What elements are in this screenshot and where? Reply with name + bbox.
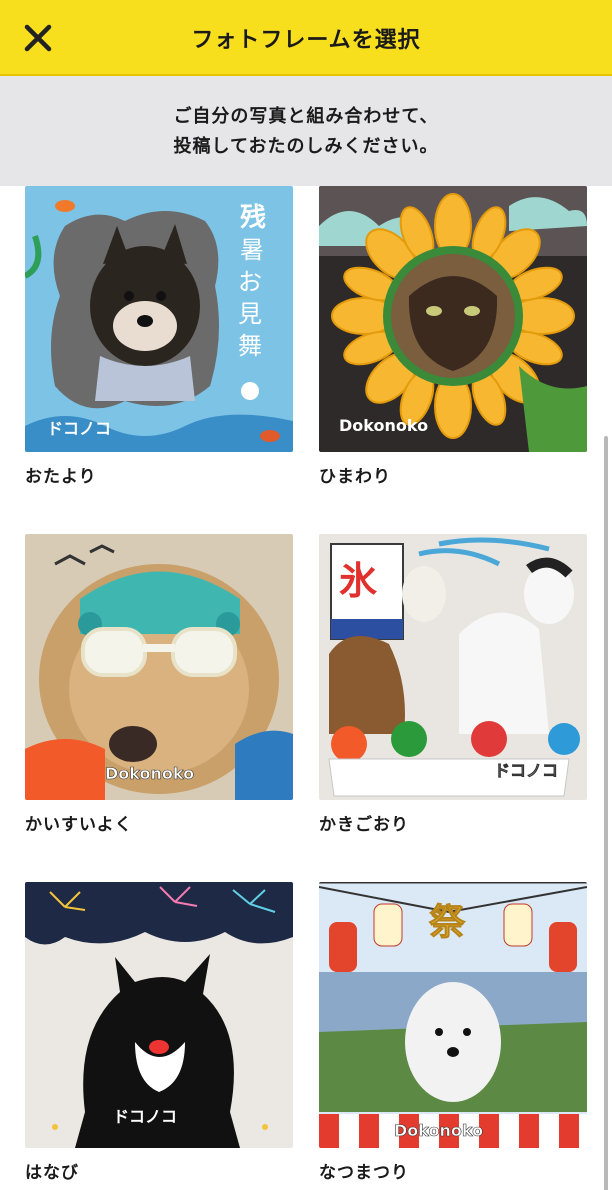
svg-text:残: 残 [240, 203, 266, 233]
svg-text:お: お [238, 268, 262, 296]
otayori-watermark: ドコノコ [47, 419, 111, 438]
frame-thumbnail[interactable]: 氷 ドコノコ [319, 534, 587, 800]
hanabi-watermark: ドコノコ [113, 1107, 177, 1126]
frame-card-hanabi[interactable]: ドコノコ はなび [25, 882, 293, 1183]
svg-text:舞: 舞 [238, 332, 262, 360]
kaisuiyoku-watermark: Dokonoko [105, 764, 194, 783]
frame-thumbnail[interactable]: Dokonoko [25, 534, 293, 800]
kakigori-frame-image: 氷 ドコノコ [319, 534, 587, 800]
frame-thumbnail[interactable]: 祭 Dokonoko [319, 882, 587, 1148]
natsumatsuri-watermark: Dokonoko [394, 1121, 483, 1140]
instruction-line-2: 投稿しておたのしみください。 [173, 136, 439, 157]
himawari-watermark: Dokonoko [339, 416, 428, 435]
hanabi-frame-image: ドコノコ [25, 882, 293, 1148]
frame-label: はなび [25, 1163, 79, 1183]
kakigori-watermark: ドコノコ [494, 761, 558, 780]
frame-label: なつまつり [319, 1163, 409, 1183]
frame-card-kaisuiyoku[interactable]: Dokonoko かいすいよく [25, 534, 293, 835]
instruction-banner: ご自分の写真と組み合わせて、 投稿しておたのしみください。 [0, 76, 612, 186]
scrollbar[interactable] [604, 436, 608, 1190]
natsumatsuri-banner-text: 祭 [429, 901, 466, 943]
instruction-line-1: ご自分の写真と組み合わせて、 [173, 106, 439, 127]
svg-text:暑: 暑 [240, 236, 264, 264]
frame-thumbnail[interactable]: Dokonoko [319, 186, 587, 452]
frame-card-kakigori[interactable]: 氷 ドコノコ かきごおり [319, 534, 587, 835]
frame-thumbnail[interactable]: 残 暑 お 見 舞 ドコノコ [25, 186, 293, 452]
page-title: フォトフレームを選択 [191, 28, 421, 53]
frame-card-himawari[interactable]: Dokonoko ひまわり [319, 186, 587, 487]
svg-text:見: 見 [238, 300, 262, 328]
frame-grid: 残 暑 お 見 舞 ドコノコ おたより Dokonoko ひまわり Dokono… [0, 186, 612, 1190]
frame-card-otayori[interactable]: 残 暑 お 見 舞 ドコノコ おたより [25, 186, 293, 487]
frame-label: おたより [25, 467, 97, 487]
kaisuiyoku-frame-image: Dokonoko [25, 534, 293, 800]
frame-label: かいすいよく [25, 815, 133, 835]
otayori-frame-image: 残 暑 お 見 舞 ドコノコ [25, 186, 293, 452]
kakigori-banner-text: 氷 [339, 558, 377, 603]
frame-label: かきごおり [319, 815, 409, 835]
frame-card-natsumatsuri[interactable]: 祭 Dokonoko なつまつり [319, 882, 587, 1183]
himawari-frame-image: Dokonoko [319, 186, 587, 452]
frame-label: ひまわり [319, 467, 391, 487]
natsumatsuri-frame-image: 祭 Dokonoko [319, 882, 587, 1148]
frame-thumbnail[interactable]: ドコノコ [25, 882, 293, 1148]
top-bar: フォトフレームを選択 [0, 0, 612, 76]
